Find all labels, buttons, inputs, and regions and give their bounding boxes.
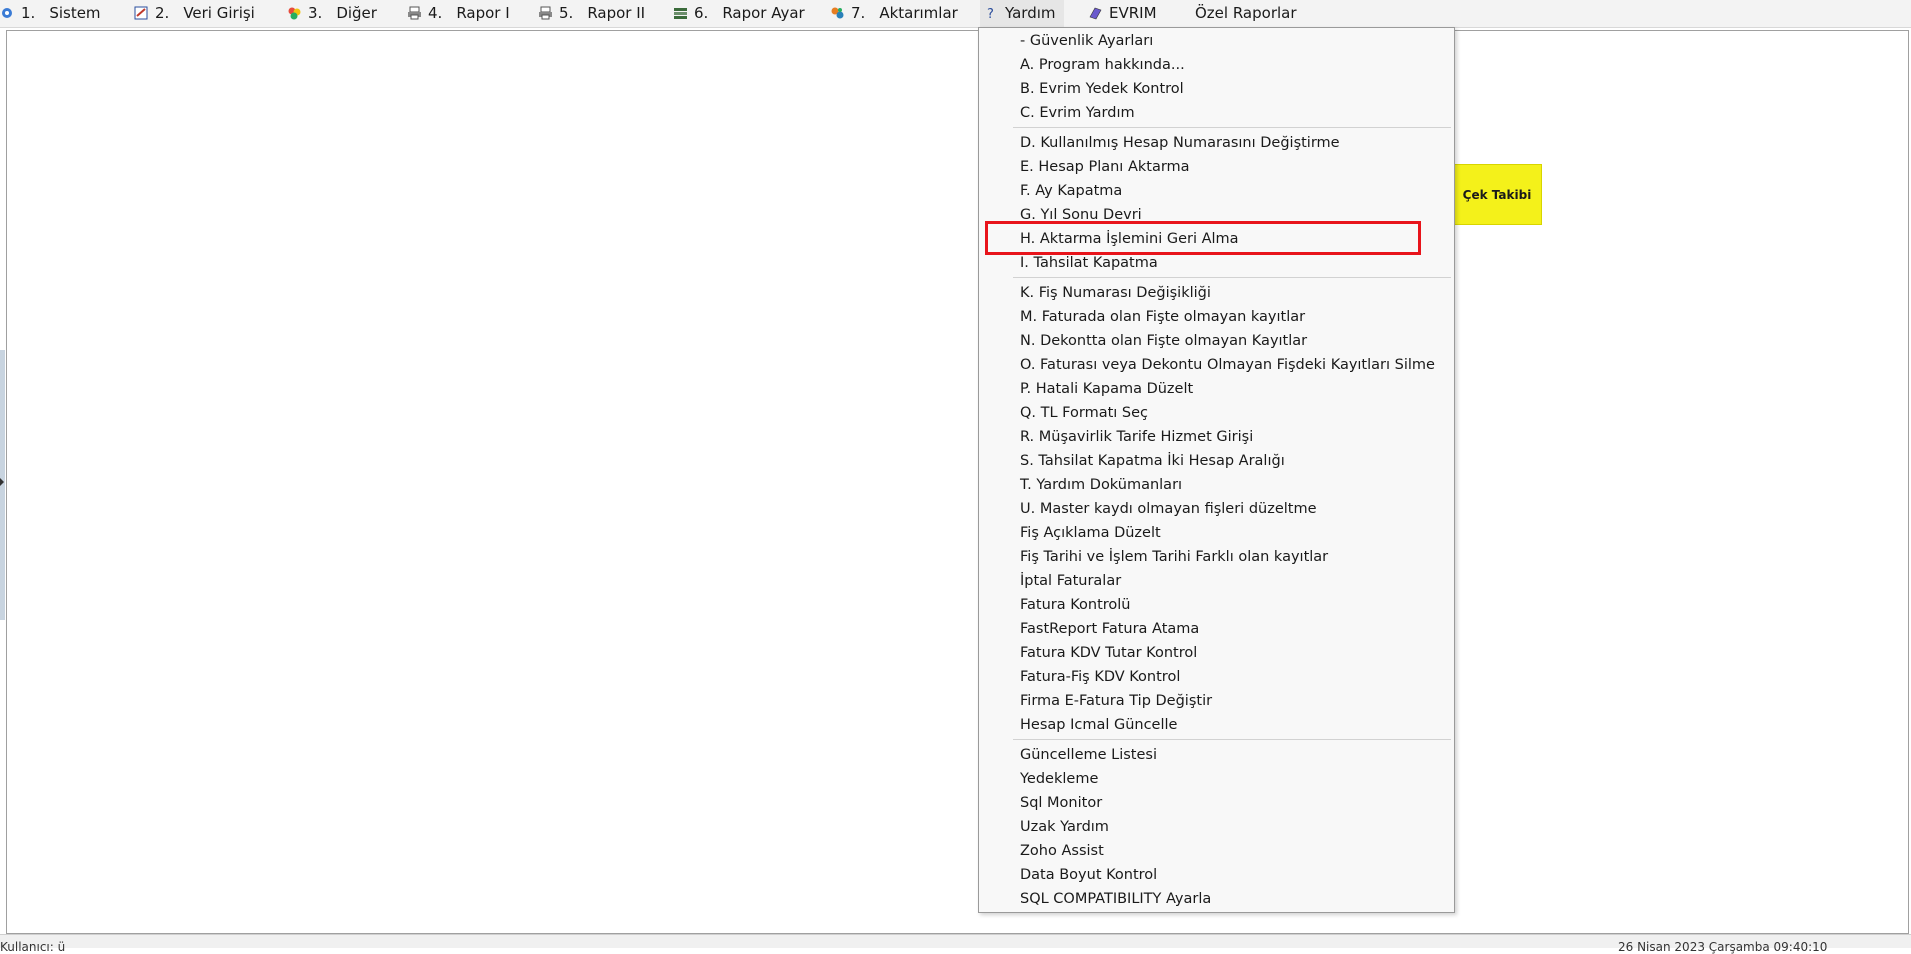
cek-takibi-button[interactable]: Çek Takibi: [1452, 164, 1542, 225]
menu-item-e-fatura-tip[interactable]: Firma E-Fatura Tip Değiştir: [1020, 690, 1212, 712]
transfer-icon: [830, 2, 845, 19]
other-icon: [287, 2, 302, 20]
data-entry-icon: [134, 2, 149, 20]
status-user: Kullanıcı: ü: [0, 940, 66, 954]
main-workspace: [6, 30, 1909, 934]
svg-text:?: ?: [987, 7, 994, 20]
menu-rapor-ayar[interactable]: 6. Rapor Ayar: [673, 0, 805, 27]
menu-item-hesap-plani-aktarma[interactable]: E. Hesap Planı Aktarma: [1020, 156, 1190, 178]
menu-item-tl-formati-sec[interactable]: Q. TL Formatı Seç: [1020, 402, 1148, 424]
menu-item-program-hakkinda[interactable]: A. Program hakkında...: [1020, 54, 1185, 76]
menu-item-evrim-yedek-kontrol[interactable]: B. Evrim Yedek Kontrol: [1020, 78, 1184, 100]
menu-item-yardim-dokumanlari[interactable]: T. Yardım Dokümanları: [1020, 474, 1182, 496]
menu-item-fis-aciklama-duzelt[interactable]: Fiş Açıklama Düzelt: [1020, 522, 1161, 544]
menu-item-ay-kapatma[interactable]: F. Ay Kapatma: [1020, 180, 1122, 202]
menu-veri-girisi[interactable]: 2. Veri Girişi: [134, 0, 255, 27]
printer-icon: [407, 2, 422, 20]
system-icon: [0, 2, 15, 18]
evrim-icon: [1088, 2, 1103, 20]
menu-item-hesap-icmal[interactable]: Hesap Icmal Güncelle: [1020, 714, 1177, 736]
menu-item-faturada-olan-kayitlar[interactable]: M. Faturada olan Fişte olmayan kayıtlar: [1020, 306, 1305, 328]
menu-item-fastreport-fatura-atama[interactable]: FastReport Fatura Atama: [1020, 618, 1199, 640]
menu-sistem[interactable]: 1. Sistem: [0, 0, 101, 27]
menu-item-sql-compatibility[interactable]: SQL COMPATIBILITY Ayarla: [1020, 888, 1211, 910]
report-settings-icon: [673, 2, 688, 19]
menu-item-guncelleme-listesi[interactable]: Güncelleme Listesi: [1020, 744, 1157, 766]
menu-item-sql-monitor[interactable]: Sql Monitor: [1020, 792, 1102, 814]
menu-item-uzak-yardim[interactable]: Uzak Yardım: [1020, 816, 1109, 838]
menu-item-guvenlik-ayarlari[interactable]: - Güvenlik Ayarları: [1020, 30, 1153, 52]
menu-item-fis-tarihi-farkli[interactable]: Fiş Tarihi ve İşlem Tarihi Farklı olan k…: [1020, 546, 1328, 568]
menu-item-data-boyut-kontrol[interactable]: Data Boyut Kontrol: [1020, 864, 1157, 886]
menu-item-zoho-assist[interactable]: Zoho Assist: [1020, 840, 1104, 862]
status-datetime: 26 Nisan 2023 Çarşamba 09:40:10: [1618, 940, 1828, 954]
menu-separator: [1013, 277, 1451, 278]
help-icon: ?: [984, 2, 999, 22]
menu-item-fatura-fis-kdv[interactable]: Fatura-Fiş KDV Kontrol: [1020, 666, 1180, 688]
expand-arrow-icon[interactable]: [0, 478, 4, 486]
menu-separator: [1013, 739, 1451, 740]
menu-rapor-ii[interactable]: 5. Rapor II: [538, 0, 645, 27]
highlight-box: [985, 221, 1421, 255]
menu-item-dekontta-olan-kayitlar[interactable]: N. Dekontta olan Fişte olmayan Kayıtlar: [1020, 330, 1307, 352]
menu-item-fis-numarasi-degisikligi[interactable]: K. Fiş Numarası Değişikliği: [1020, 282, 1211, 304]
menu-item-musavirlik-tarife[interactable]: R. Müşavirlik Tarife Hizmet Girişi: [1020, 426, 1253, 448]
menu-diger[interactable]: 3. Diğer: [287, 0, 377, 27]
menu-rapor-i[interactable]: 4. Rapor I: [407, 0, 510, 27]
menu-item-fatura-kdv-tutar[interactable]: Fatura KDV Tutar Kontrol: [1020, 642, 1197, 664]
menu-item-hesap-numarasi-degistirme[interactable]: D. Kullanılmış Hesap Numarasını Değiştir…: [1020, 132, 1340, 154]
statusbar: Kullanıcı: ü 26 Nisan 2023 Çarşamba 09:4…: [0, 934, 1911, 954]
menu-item-evrim-yardim[interactable]: C. Evrim Yardım: [1020, 102, 1135, 124]
menu-item-kayitlari-silme[interactable]: O. Faturası veya Dekontu Olmayan Fişdeki…: [1020, 354, 1435, 376]
menu-item-tahsilat-iki-hesap[interactable]: S. Tahsilat Kapatma İki Hesap Aralığı: [1020, 450, 1285, 472]
menubar: 1. Sistem 2. Veri Girişi 3. Diğer 4. Rapor I…: [0, 0, 1911, 28]
menu-aktarimlar[interactable]: 7. Aktarımlar: [830, 0, 958, 27]
menu-evrim[interactable]: EVRIM: [1088, 0, 1157, 27]
menu-item-fatura-kontrolu[interactable]: Fatura Kontrolü: [1020, 594, 1131, 616]
menu-item-hatali-kapama-duzelt[interactable]: P. Hatali Kapama Düzelt: [1020, 378, 1193, 400]
menu-ozel-raporlar[interactable]: Özel Raporlar: [1195, 0, 1297, 27]
menu-item-master-kaydi-duzeltme[interactable]: U. Master kaydı olmayan fişleri düzeltme: [1020, 498, 1317, 520]
yardim-dropdown-menu: - Güvenlik Ayarları A. Program hakkında.…: [978, 27, 1455, 913]
menu-yardim[interactable]: ? Yardım: [980, 0, 1064, 27]
menu-separator: [1013, 127, 1451, 128]
menu-item-yedekleme[interactable]: Yedekleme: [1020, 768, 1098, 790]
menu-item-iptal-faturalar[interactable]: İptal Faturalar: [1020, 570, 1121, 592]
printer-icon: [538, 2, 553, 20]
menu-item-tahsilat-kapatma[interactable]: I. Tahsilat Kapatma: [1020, 252, 1158, 274]
